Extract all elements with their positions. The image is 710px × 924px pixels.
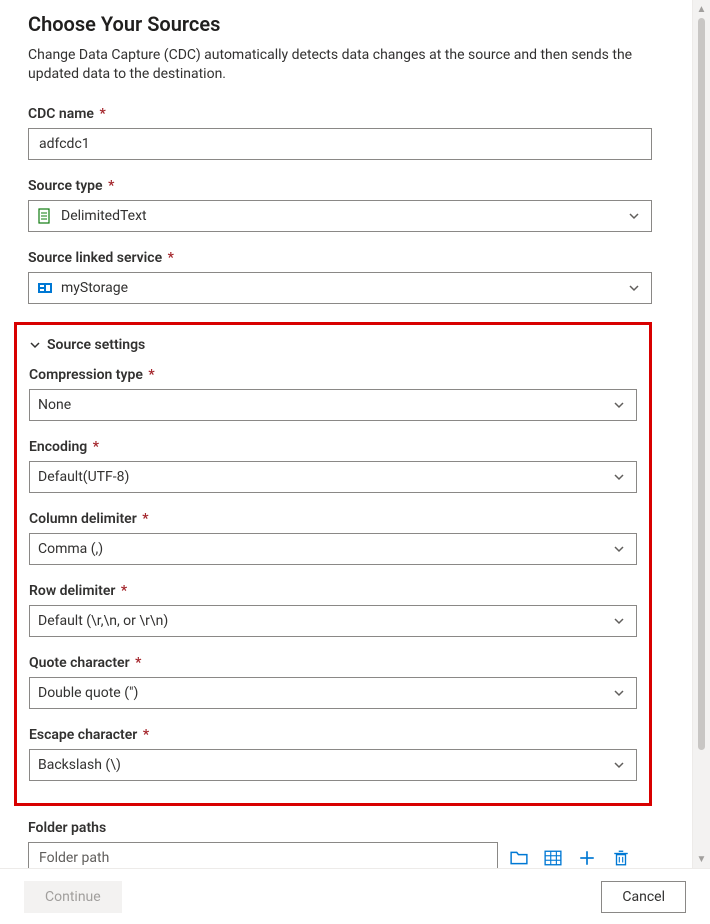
quote-character-label: Quote character: [29, 655, 130, 671]
chevron-down-icon: [625, 210, 643, 222]
compression-type-label: Compression type: [29, 367, 143, 383]
continue-button[interactable]: Continue: [24, 881, 122, 913]
chevron-down-icon: [610, 399, 628, 411]
field-cdc-name: CDC name *: [28, 106, 662, 160]
scroll-down-icon[interactable]: ▼: [693, 850, 710, 868]
scroll-up-icon[interactable]: ▲: [693, 0, 710, 18]
chevron-down-icon: [610, 471, 628, 483]
field-column-delimiter: Column delimiter * Comma (,): [29, 511, 637, 565]
cdc-name-input-wrap[interactable]: [28, 128, 652, 160]
encoding-select[interactable]: Default(UTF-8): [29, 461, 637, 493]
compression-type-value: None: [38, 397, 610, 413]
storage-icon: [37, 280, 53, 296]
field-row-delimiter: Row delimiter * Default (\r,\n, or \r\n): [29, 583, 637, 637]
chevron-down-icon: [610, 615, 628, 627]
compression-type-select[interactable]: None: [29, 389, 637, 421]
field-escape-character: Escape character * Backslash (\): [29, 727, 637, 781]
required-asterisk: *: [142, 511, 148, 527]
chevron-down-icon: [610, 759, 628, 771]
required-asterisk: *: [93, 439, 99, 455]
quote-character-value: Double quote ("): [38, 685, 610, 701]
scroll-thumb[interactable]: [698, 18, 705, 750]
column-delimiter-select[interactable]: Comma (,): [29, 533, 637, 565]
required-asterisk: *: [148, 367, 154, 383]
cdc-name-input[interactable]: [37, 129, 643, 159]
linked-service-label-text: Source linked service: [28, 250, 162, 266]
source-type-label-text: Source type: [28, 178, 103, 194]
row-delimiter-label: Row delimiter: [29, 583, 115, 599]
source-settings-label: Source settings: [47, 337, 145, 353]
cdc-name-label-text: CDC name: [28, 106, 94, 122]
linked-service-label: Source linked service *: [28, 250, 662, 266]
escape-character-label: Escape character: [29, 727, 137, 743]
cancel-button[interactable]: Cancel: [601, 881, 686, 913]
source-type-value: DelimitedText: [61, 208, 625, 224]
page-description: Change Data Capture (CDC) automatically …: [28, 46, 658, 84]
folder-path-actions: [510, 849, 630, 867]
folder-path-input[interactable]: [37, 843, 489, 868]
required-asterisk: *: [99, 106, 105, 122]
source-settings-header[interactable]: Source settings: [29, 337, 637, 353]
vertical-scrollbar[interactable]: ▲ ▼: [692, 0, 710, 868]
folder-paths-label: Folder paths: [28, 820, 662, 836]
row-delimiter-value: Default (\r,\n, or \r\n): [38, 613, 610, 629]
source-type-label: Source type *: [28, 178, 662, 194]
linked-service-value: myStorage: [61, 280, 625, 296]
encoding-value: Default(UTF-8): [38, 469, 610, 485]
page-title: Choose Your Sources: [28, 12, 662, 36]
escape-character-select[interactable]: Backslash (\): [29, 749, 637, 781]
linked-service-select[interactable]: myStorage: [28, 272, 652, 304]
quote-character-select[interactable]: Double quote ("): [29, 677, 637, 709]
folder-path-input-wrap[interactable]: [28, 842, 498, 868]
chevron-down-icon: [625, 282, 643, 294]
field-source-type: Source type * DelimitedText: [28, 178, 662, 232]
chevron-down-icon: [29, 339, 41, 351]
required-asterisk: *: [135, 655, 141, 671]
source-type-select[interactable]: DelimitedText: [28, 200, 652, 232]
field-linked-service: Source linked service * myStorage: [28, 250, 662, 304]
delete-icon[interactable]: [612, 849, 630, 867]
row-delimiter-select[interactable]: Default (\r,\n, or \r\n): [29, 605, 637, 637]
scroll-track[interactable]: [693, 18, 710, 850]
browse-folder-icon[interactable]: [510, 849, 528, 867]
field-encoding: Encoding * Default(UTF-8): [29, 439, 637, 493]
cdc-name-label: CDC name *: [28, 106, 662, 122]
field-compression-type: Compression type * None: [29, 367, 637, 421]
field-quote-character: Quote character * Double quote ("): [29, 655, 637, 709]
footer: Continue Cancel: [0, 868, 710, 924]
file-icon: [37, 208, 53, 224]
column-delimiter-label: Column delimiter: [29, 511, 137, 527]
field-folder-paths: Folder paths: [28, 820, 662, 868]
required-asterisk: *: [143, 727, 149, 743]
content-area: Choose Your Sources Change Data Capture …: [0, 0, 710, 868]
chevron-down-icon: [610, 687, 628, 699]
encoding-label: Encoding: [29, 439, 87, 455]
add-icon[interactable]: [578, 849, 596, 867]
required-asterisk: *: [121, 583, 127, 599]
chevron-down-icon: [610, 543, 628, 555]
required-asterisk: *: [168, 250, 174, 266]
column-delimiter-value: Comma (,): [38, 541, 610, 557]
escape-character-value: Backslash (\): [38, 757, 610, 773]
source-settings-highlight: Source settings Compression type * None …: [14, 322, 652, 806]
choose-sources-panel: Choose Your Sources Change Data Capture …: [0, 0, 710, 924]
required-asterisk: *: [108, 178, 114, 194]
preview-data-icon[interactable]: [544, 849, 562, 867]
